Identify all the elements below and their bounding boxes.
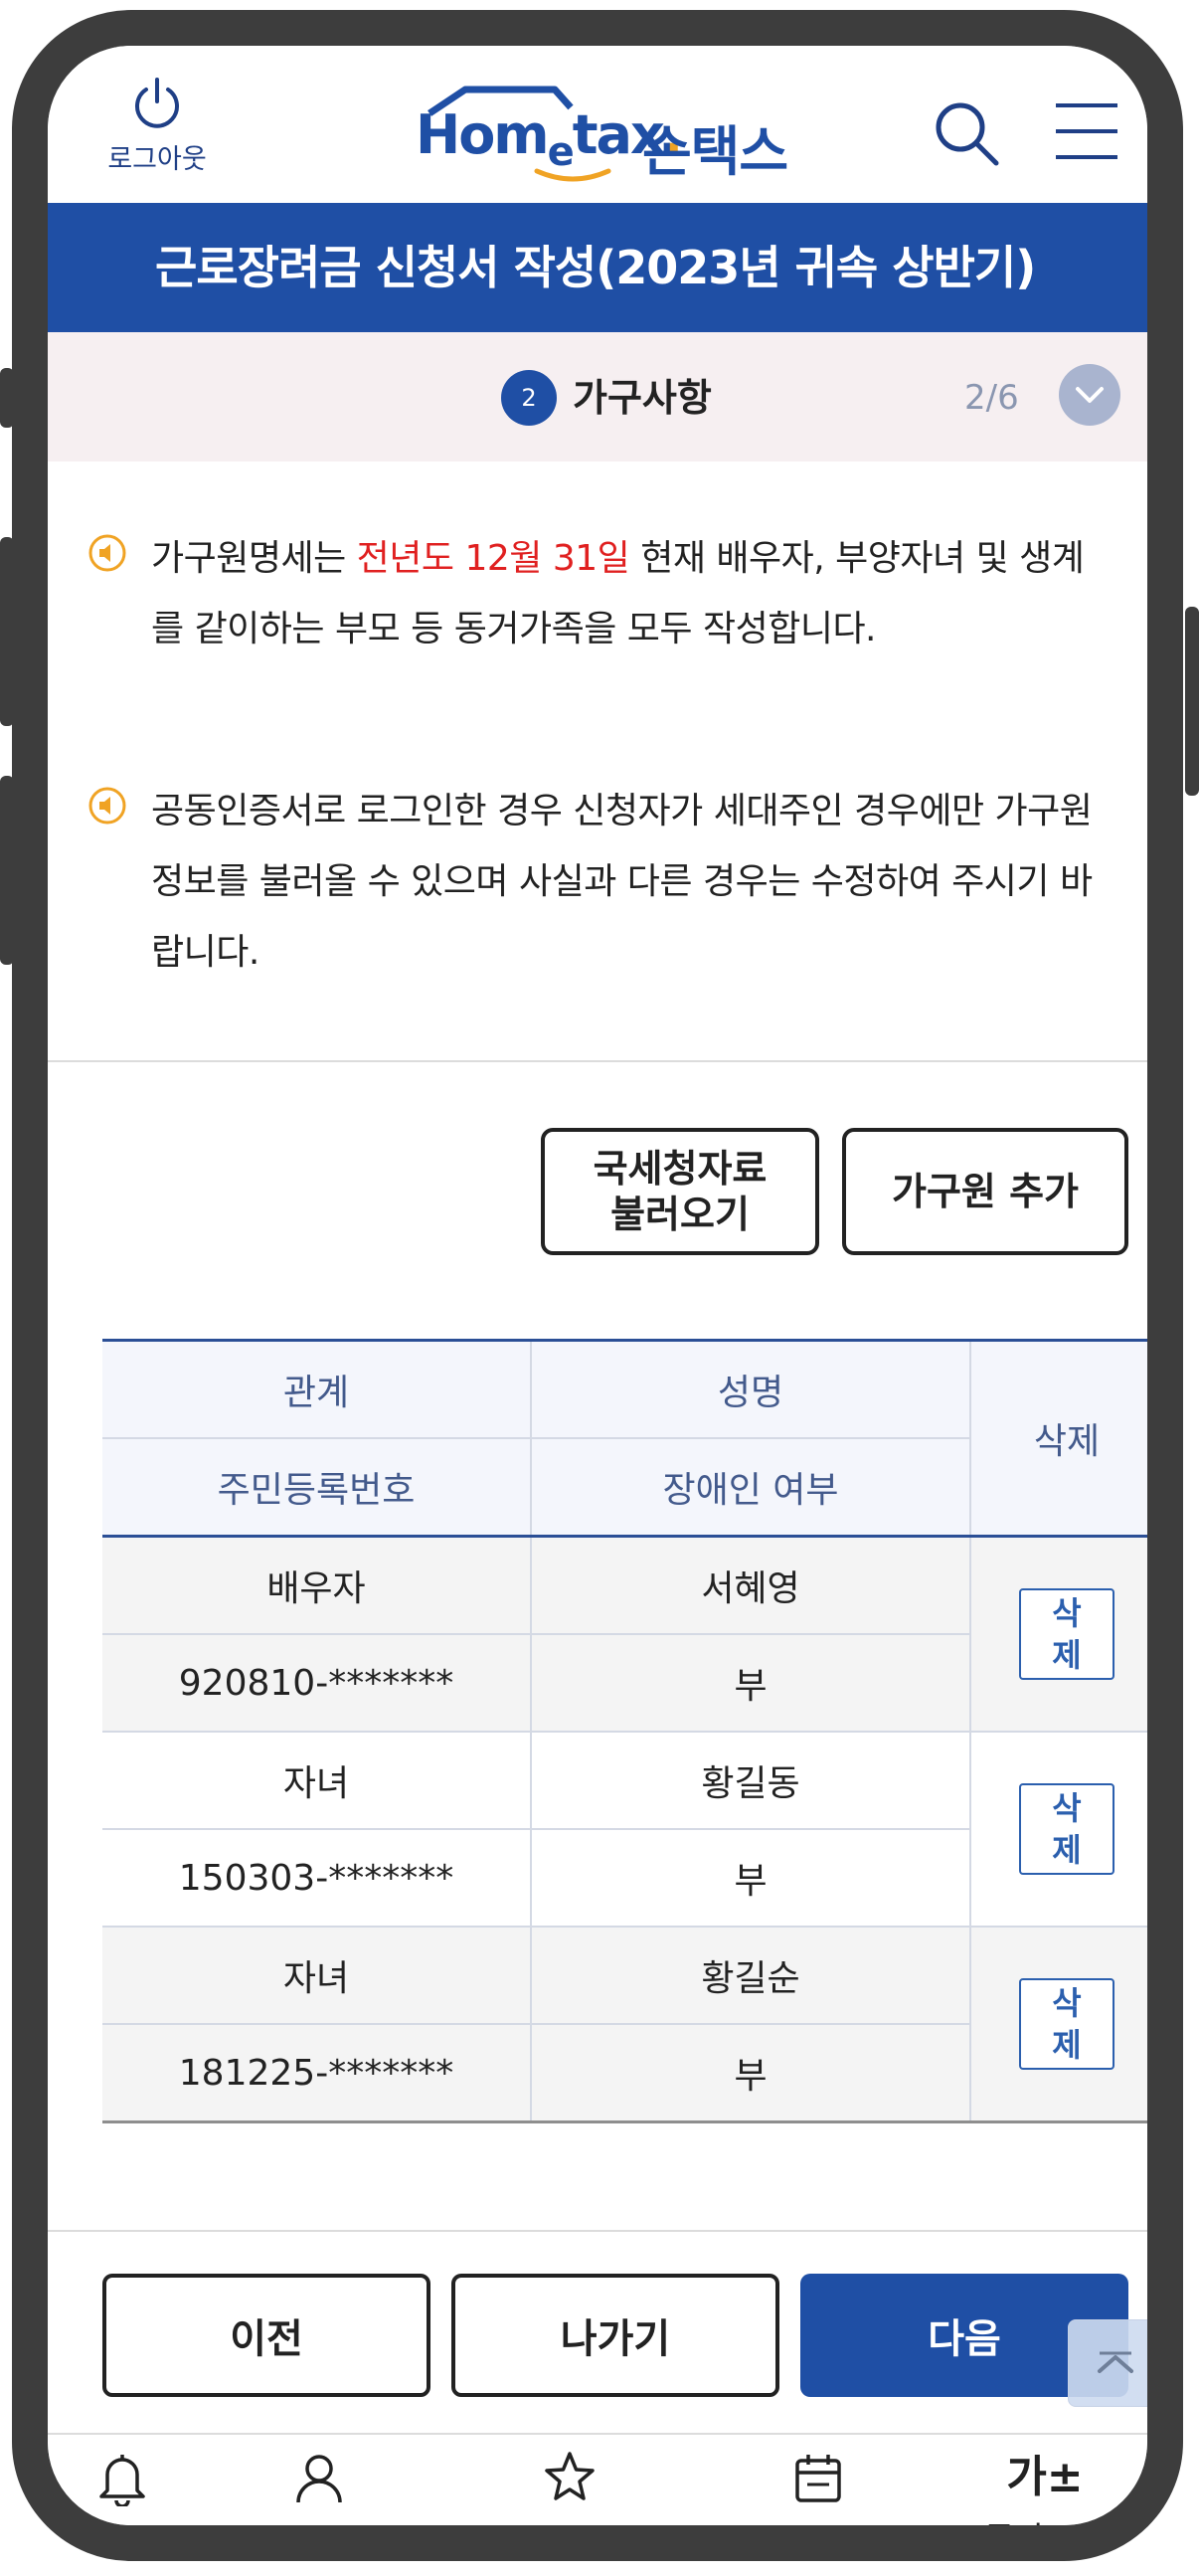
cell-name: 황길순 [530,1926,971,2025]
notice-text-pre: 가구원명세는 [151,538,357,579]
cell-name: 서혜영 [530,1535,971,1635]
notice-highlight: 전년도 12월 31일 [356,538,630,579]
logout-label: 로그아웃 [107,144,207,175]
nav-item-font-size[interactable]: 가± 글자크기 [970,2449,1119,2560]
delete-label-1: 삭 [1052,1789,1082,1827]
nav-label: 글자크기 [983,2520,1107,2560]
star-icon [545,2452,595,2500]
cell-relation: 자녀 [102,1731,532,1830]
speaker-notice-icon [88,534,126,572]
cell-relation: 배우자 [102,1535,532,1635]
section-divider [48,1060,1147,1062]
cell-disability: 부 [530,1633,970,1733]
cell-delete: 삭제 [969,1926,1147,2123]
delete-label-2: 제 [1052,2026,1082,2064]
logo-brand-text: 손택스 [642,120,788,183]
delete-row-button[interactable]: 삭제 [1019,1783,1114,1875]
header-rrn: 주민등록번호 [102,1437,532,1538]
delete-row-button[interactable]: 삭제 [1019,1978,1114,2070]
cell-rrn: 920810-******* [102,1633,532,1733]
prev-button[interactable]: 이전 [102,2274,430,2397]
step-indicator: 2 가구사항 2/6 [48,332,1147,461]
section-divider [48,2230,1147,2232]
nav-item-my-hometax[interactable]: My홈택스 [225,2449,414,2561]
load-button-line2: 불러오기 [610,1193,750,1236]
phone-power-button [1185,607,1199,796]
bell-icon [99,2455,145,2508]
nav-label: 알림 [91,2524,153,2561]
logo-smile-icon [534,168,611,182]
header-disability: 장애인 여부 [530,1437,970,1538]
table-row: 자녀 황길동 삭제 [102,1731,1147,1928]
load-nts-data-button[interactable]: 국세청자료 불러오기 [541,1128,819,1255]
delete-row-button[interactable]: 삭제 [1019,1588,1114,1680]
font-size-icon: 가± [1006,2452,1084,2502]
table-header-row: 관계 성명 삭제 [102,1339,1147,1538]
add-member-button[interactable]: 가구원 추가 [842,1128,1128,1255]
notice-text: 가구원명세는 전년도 12월 31일 현재 배우자, 부양자녀 및 생계를 같이… [151,523,1108,664]
cell-rrn: 181225-******* [102,2023,532,2123]
scroll-to-top-button[interactable] [1068,2319,1147,2407]
cell-delete: 삭제 [969,1731,1147,1928]
delete-label-1: 삭 [1052,1594,1082,1632]
app-header: 로그아웃 Hometax. 손택스 [48,46,1147,203]
household-members-table: 관계 성명 삭제 주민등록번호 장애인 여부 배우자 서혜영 삭제 920810… [102,1339,1147,2123]
nav-item-tax-calendar[interactable]: 세무캘린더 [724,2449,913,2561]
cell-disability: 부 [530,2023,970,2123]
cell-name: 황길동 [530,1731,971,1830]
header-delete: 삭제 [969,1339,1147,1538]
chevron-down-icon [1076,387,1104,403]
search-icon[interactable] [931,97,1002,169]
notice-text: 공동인증서로 로그인한 경우 신청자가 세대주인 경우에만 가구원정보를 불러올… [151,776,1108,988]
delete-label-2: 제 [1052,1636,1082,1674]
step-name: 가구사항 [573,376,712,420]
cell-relation: 자녀 [102,1926,532,2025]
header-relation: 관계 [102,1339,532,1439]
logout-button[interactable]: 로그아웃 [97,76,217,176]
page-title: 근로장려금 신청서 작성(2023년 귀속 상반기) [48,203,1147,332]
cell-delete: 삭제 [969,1535,1147,1733]
notice-item: 가구원명세는 전년도 12월 31일 현재 배우자, 부양자녀 및 생계를 같이… [87,523,1108,742]
speaker-notice-icon [88,787,126,825]
step-number-badge: 2 [501,370,557,426]
logo-home-text: Hom [416,103,550,166]
chevron-up-icon [1098,2351,1133,2373]
table-row: 배우자 서혜영 삭제 [102,1535,1147,1733]
table-row: 자녀 황길순 삭제 [102,1926,1147,2123]
delete-label-1: 삭 [1052,1984,1082,2022]
nav-label: 세무캘린더 [742,2524,895,2561]
user-icon [296,2455,342,2503]
step-dropdown-button[interactable] [1059,364,1120,426]
notice-item: 공동인증서로 로그인한 경우 신청자가 세대주인 경우에만 가구원정보를 불러올… [87,776,1108,995]
cell-disability: 부 [530,1828,970,1928]
exit-button[interactable]: 나가기 [451,2274,779,2397]
calendar-icon [795,2455,841,2502]
hamburger-menu-icon[interactable] [1052,99,1121,163]
app-screen: 로그아웃 Hometax. 손택스 근로장려금 신청서 작성(2023년 귀속 … [48,46,1147,2525]
bottom-navigation: 알림 My홈택스 최근/My메뉴 세무캘린더 가± 글자크기 [48,2433,1147,2561]
cell-rrn: 150303-******* [102,1828,532,1928]
nav-label: 최근/My메뉴 [478,2524,661,2561]
nav-label: My홈택스 [249,2524,390,2561]
nav-item-alerts[interactable]: 알림 [68,2449,177,2561]
step-count: 2/6 [964,378,1019,418]
load-button-line1: 국세청자료 [593,1147,768,1191]
power-icon [135,78,179,128]
header-name: 성명 [530,1339,971,1439]
nav-item-recent-menu[interactable]: 최근/My메뉴 [465,2449,674,2561]
phone-frame: 로그아웃 Hometax. 손택스 근로장려금 신청서 작성(2023년 귀속 … [12,10,1183,2561]
notice-text-pre: 공동인증서로 로그인한 경우 신청자가 세대주인 경우에만 가구원정보를 불러올… [151,791,1093,973]
delete-label-2: 제 [1052,1831,1082,1869]
